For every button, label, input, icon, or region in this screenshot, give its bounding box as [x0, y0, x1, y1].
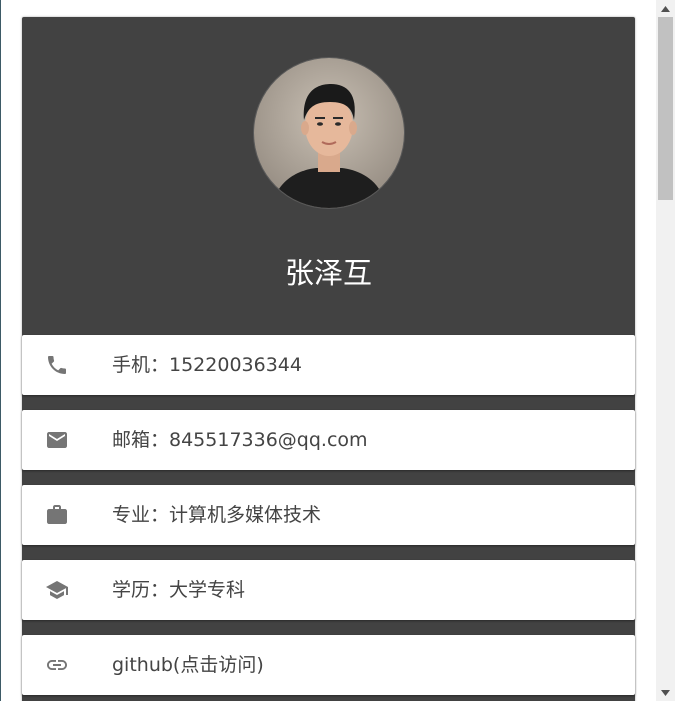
vertical-scrollbar[interactable]: [656, 0, 675, 701]
avatar: [253, 57, 405, 209]
contact-item-phone[interactable]: 手机：15220036344: [22, 335, 635, 395]
scroll-up-arrow-icon[interactable]: [656, 0, 675, 17]
contact-item-email[interactable]: 邮箱：845517336@qq.com: [22, 410, 635, 470]
link-icon: [44, 653, 70, 677]
contact-item-label: 手机：15220036344: [112, 354, 302, 376]
contact-item-label: 邮箱：845517336@qq.com: [112, 429, 368, 451]
contact-item-label: 学历：大学专科: [112, 579, 246, 601]
scroll-down-arrow-icon[interactable]: [656, 684, 675, 701]
scrollbar-thumb[interactable]: [658, 17, 673, 200]
contact-item-label: github(点击访问): [112, 654, 264, 676]
graduation-cap-icon: [44, 578, 70, 602]
phone-icon: [44, 353, 70, 377]
briefcase-icon: [44, 503, 70, 527]
profile-name: 张泽互: [284, 256, 372, 290]
page: 张泽互 手机：15220036344 邮箱：845517336@qq.com 专…: [0, 0, 675, 701]
email-icon: [44, 428, 70, 452]
contact-item-major[interactable]: 专业：计算机多媒体技术: [22, 485, 635, 545]
profile-card: 张泽互 手机：15220036344 邮箱：845517336@qq.com 专…: [22, 17, 635, 701]
contact-item-label: 专业：计算机多媒体技术: [112, 504, 322, 526]
contact-item-github[interactable]: github(点击访问): [22, 635, 635, 695]
contact-item-education[interactable]: 学历：大学专科: [22, 560, 635, 620]
window-edge: [0, 0, 1, 701]
